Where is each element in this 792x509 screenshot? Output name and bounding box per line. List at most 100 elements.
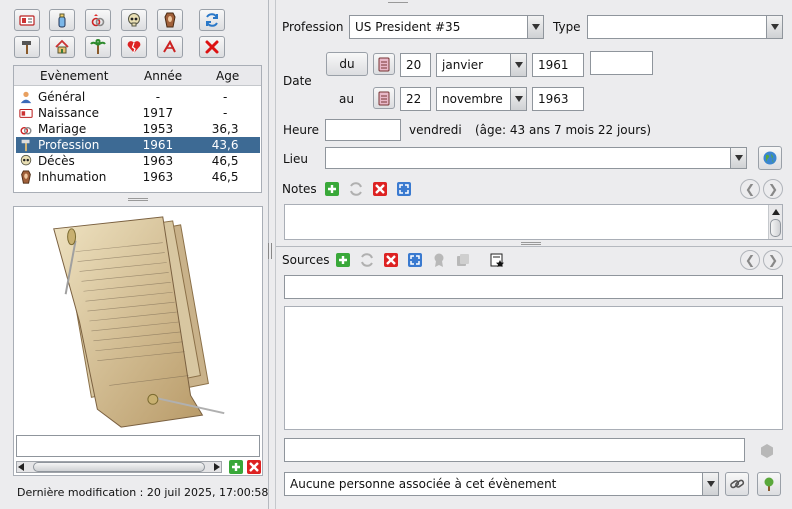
add-travel-button[interactable] (85, 36, 111, 58)
scrollbar-thumb[interactable] (770, 219, 781, 237)
source-record-button[interactable] (757, 441, 777, 461)
profession-combo[interactable]: US President #35 (349, 15, 544, 39)
from-date-mode-button[interactable]: du (326, 52, 368, 76)
events-table-header: Evènement Année Age (14, 66, 261, 86)
delete-note-button[interactable] (370, 179, 390, 199)
remove-media-button[interactable] (246, 459, 262, 475)
associated-people-combo[interactable]: Aucune personne associée à cet évènement (284, 472, 719, 496)
skull-icon (128, 13, 140, 27)
notes-next-button[interactable]: ❯ (763, 179, 783, 199)
scroll-up-arrow-icon[interactable] (772, 209, 780, 215)
time-field[interactable] (325, 119, 401, 141)
left-splitter-handle[interactable] (128, 198, 148, 201)
source-title-field[interactable] (284, 275, 783, 299)
calendar-icon (378, 91, 390, 106)
sync-note-button[interactable] (346, 179, 366, 199)
expand-source-button[interactable] (405, 250, 425, 270)
event-row-burial[interactable]: Inhumation 1963 46,5 (16, 169, 260, 185)
source-favorite-button[interactable] (487, 250, 507, 270)
vertical-splitter-handle[interactable] (268, 243, 272, 259)
add-birth-button[interactable] (49, 9, 75, 31)
notes-previous-button[interactable]: ❮ (740, 179, 760, 199)
to-date-calendar-button[interactable] (373, 87, 395, 109)
coffin-icon (164, 12, 176, 28)
from-extra-field[interactable] (590, 51, 653, 75)
from-date-calendar-button[interactable] (373, 53, 395, 75)
notes-sources-splitter-handle[interactable] (521, 242, 541, 245)
to-month-value: novembre (442, 92, 503, 106)
add-occupation-button[interactable] (14, 36, 40, 58)
sync-source-button[interactable] (357, 250, 377, 270)
chevron-down-icon[interactable] (510, 54, 526, 76)
delete-icon (384, 253, 398, 267)
scroll-right-arrow-icon[interactable] (214, 463, 220, 471)
refresh-icon (350, 182, 362, 196)
chevron-down-icon[interactable] (702, 473, 718, 495)
add-divorce-button[interactable] (121, 36, 147, 58)
add-general-event-button[interactable] (14, 9, 40, 31)
expand-icon (397, 182, 411, 196)
type-combo[interactable] (587, 15, 783, 39)
header-age[interactable]: Age (216, 69, 239, 83)
expand-icon (408, 253, 422, 267)
from-date-mode-label: du (339, 57, 355, 71)
add-signature-button[interactable] (157, 36, 183, 58)
add-burial-button[interactable] (157, 9, 183, 31)
person-icon (18, 90, 34, 104)
event-row-general[interactable]: Général - - (16, 89, 260, 105)
palm-tree-icon (90, 39, 106, 54)
event-row-marriage[interactable]: Mariage 1953 36,3 (16, 121, 260, 137)
chevron-down-icon[interactable] (766, 16, 782, 38)
from-year-field[interactable]: 1961 (532, 53, 584, 77)
scroll-left-arrow-icon[interactable] (18, 463, 24, 471)
chevron-down-icon[interactable] (510, 88, 526, 110)
sources-previous-button[interactable]: ❮ (740, 250, 760, 270)
to-year-field[interactable]: 1963 (532, 87, 584, 111)
header-event[interactable]: Evènement (40, 69, 108, 83)
scrollbar-thumb[interactable] (33, 462, 205, 472)
delete-event-button[interactable] (199, 36, 225, 58)
place-combo[interactable] (325, 147, 747, 169)
add-media-button[interactable] (228, 459, 244, 475)
from-day-field[interactable]: 20 (400, 53, 431, 77)
notes-scrollbar[interactable] (768, 205, 782, 239)
document-image[interactable] (14, 207, 262, 435)
add-source-button[interactable] (333, 250, 353, 270)
chevron-down-icon[interactable] (730, 148, 746, 168)
hammer-icon (22, 41, 31, 54)
event-row-profession[interactable]: Profession 1961 43,6 (16, 137, 260, 153)
add-death-button[interactable] (121, 9, 147, 31)
hexagon-icon (761, 444, 773, 458)
add-residence-button[interactable] (49, 36, 75, 58)
media-caption-field[interactable] (16, 435, 260, 457)
rings-icon (18, 122, 34, 136)
expand-note-button[interactable] (394, 179, 414, 199)
to-day-field[interactable]: 22 (400, 87, 431, 111)
source-footer-field[interactable] (284, 438, 745, 462)
from-month-combo[interactable]: janvier (436, 53, 527, 77)
weekday-text: vendredi (409, 123, 462, 137)
place-map-button[interactable] (758, 146, 782, 170)
person-tree-button[interactable] (757, 472, 781, 496)
left-pane: Evènement Année Age Général - - Naissanc… (0, 0, 268, 509)
source-text-area[interactable] (284, 306, 783, 430)
to-month-combo[interactable]: novembre (436, 87, 527, 111)
media-scrollbar[interactable] (16, 461, 222, 473)
from-month-value: janvier (442, 58, 484, 72)
chevron-down-icon[interactable] (527, 16, 543, 38)
add-note-button[interactable] (322, 179, 342, 199)
refresh-button[interactable] (199, 9, 225, 31)
link-person-button[interactable] (725, 472, 749, 496)
source-copy-button[interactable] (453, 250, 473, 270)
source-quality-button[interactable] (429, 250, 449, 270)
delete-source-button[interactable] (381, 250, 401, 270)
header-year[interactable]: Année (144, 69, 182, 83)
media-panel (13, 206, 263, 476)
add-marriage-button[interactable] (85, 9, 111, 31)
event-row-birth[interactable]: Naissance 1917 - (16, 105, 260, 121)
sources-next-button[interactable]: ❯ (763, 250, 783, 270)
signature-icon (163, 39, 176, 53)
event-row-death[interactable]: Décès 1963 46,5 (16, 153, 260, 169)
notes-text-area[interactable] (284, 204, 783, 240)
place-label: Lieu (283, 152, 309, 166)
